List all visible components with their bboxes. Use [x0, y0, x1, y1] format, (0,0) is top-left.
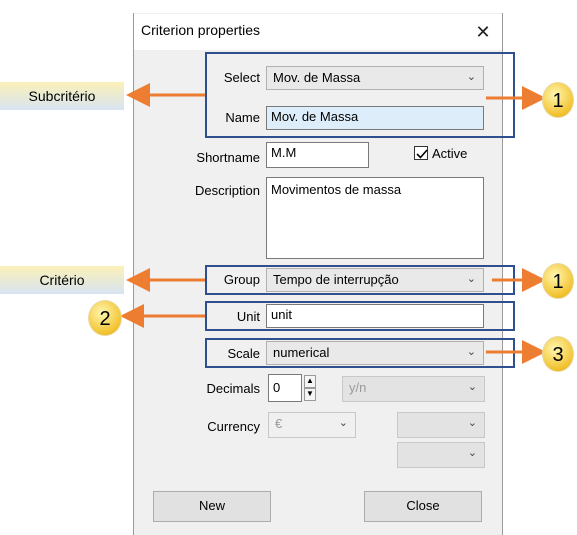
marker-1-group: 1	[542, 263, 574, 299]
criterio-tag: Critério	[0, 266, 124, 294]
subcriterio-tag: Subcritério	[0, 82, 124, 110]
marker-3-scale: 3	[542, 336, 574, 372]
marker-1-select-name: 1	[542, 82, 574, 118]
marker-2-unit: 2	[88, 300, 122, 336]
